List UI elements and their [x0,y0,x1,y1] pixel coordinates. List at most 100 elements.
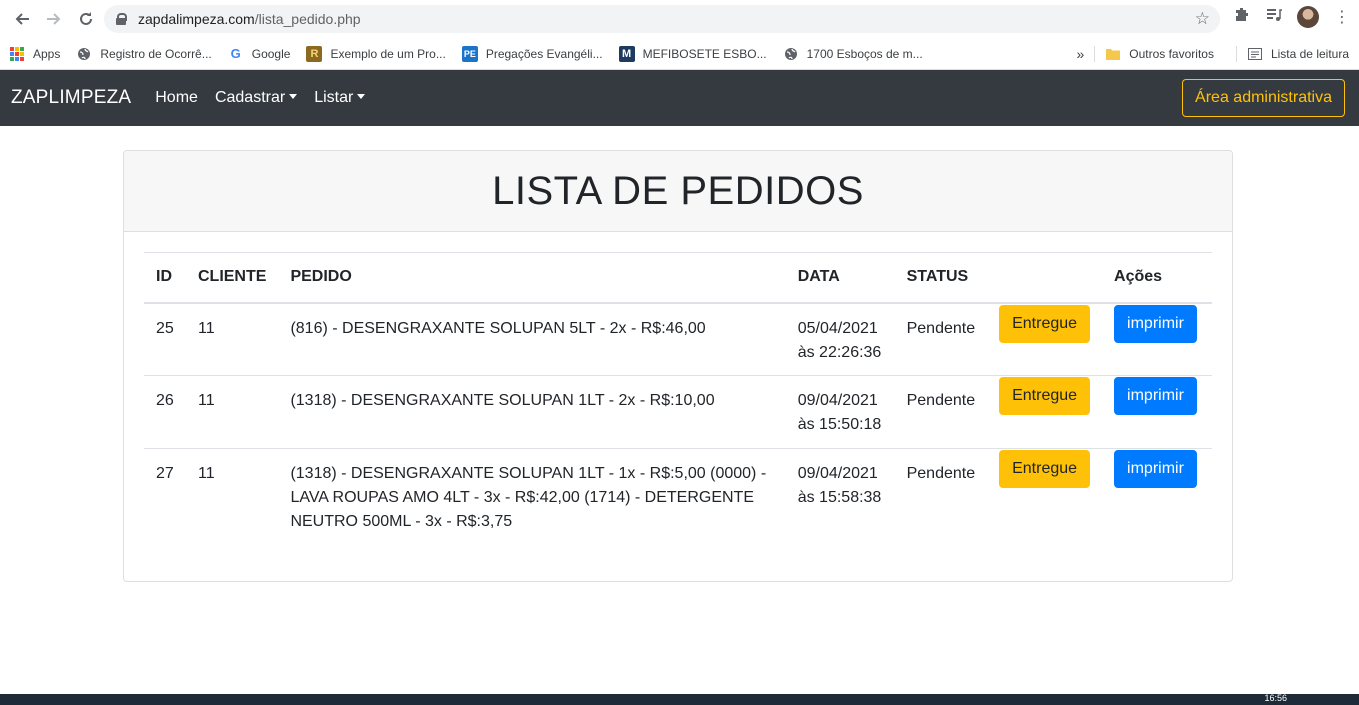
taskbar-clock: 16:56 [1264,693,1287,703]
header-empty [987,252,1103,304]
bookmark-label: Exemplo de um Pro... [330,46,446,61]
entregue-button[interactable]: Entregue [999,377,1091,415]
imprimir-button[interactable]: imprimir [1114,304,1197,343]
table-row: 27 11 (1318) - DESENGRAXANTE SOLUPAN 1LT… [144,449,1212,545]
folder-icon [1105,46,1121,62]
header-status: STATUS [894,252,988,304]
forward-arrow-icon[interactable] [40,5,68,33]
bookmarks-divider [1094,46,1096,62]
caret-down-icon [289,93,298,99]
pe-bookmark-icon: PE [461,45,478,62]
header-acoes: Ações [1102,252,1212,304]
header-id: ID [144,252,186,304]
cell-data: 09/04/2021 às 15:58:38 [786,449,895,545]
app-navbar: ZAPLIMPEZA Home Cadastrar Listar Área ad… [0,70,1359,126]
cell-id: 25 [144,302,186,376]
globe-icon [783,46,799,62]
cell-id: 26 [144,375,186,449]
card-header: LISTA DE PEDIDOS [124,151,1232,232]
more-bookmarks-chevron-icon[interactable]: » [1076,46,1084,62]
os-taskbar: 16:56 [0,693,1359,705]
cell-status: Pendente [894,375,988,449]
extensions-icon[interactable] [1233,7,1251,28]
bookmark-label: 1700 Esboços de m... [806,46,923,61]
reload-icon[interactable] [72,5,100,33]
date: 09/04/2021 [797,392,878,409]
reading-list[interactable]: Lista de leitura [1247,46,1349,62]
entregue-button[interactable]: Entregue [999,450,1091,488]
bookmarks-bar: Apps Registro de Ocorrê... G Google R Ex… [0,38,1359,70]
nav-label: Home [155,89,198,106]
table-row: 26 11 (1318) - DESENGRAXANTE SOLUPAN 1LT… [144,375,1212,449]
url-host: zapdalimpeza.com [138,11,255,27]
nav-cadastrar-dropdown[interactable]: Cadastrar [214,89,298,107]
date: 05/04/2021 [797,319,878,337]
bookmark-apps[interactable]: Apps [9,46,60,62]
media-queue-icon[interactable] [1265,7,1283,28]
admin-area-button[interactable]: Área administrativa [1182,79,1345,117]
bookmark-pregacoes[interactable]: PE Pregações Evangéli... [461,45,603,62]
m-bookmark-icon: M [618,45,635,62]
bookmark-label: Registro de Ocorrê... [100,46,212,61]
cell-data: 09/04/2021 às 15:50:18 [785,375,895,449]
google-icon: G [230,46,241,61]
bookmarks-divider [1235,46,1237,62]
table-header-row: ID CLIENTE PEDIDO DATA STATUS Ações [144,252,1212,304]
orders-card: LISTA DE PEDIDOS ID CLIENTE PEDIDO DATA … [123,150,1233,582]
bookmark-other-favorites[interactable]: Outros favoritos [1105,46,1214,62]
page-title: LISTA DE PEDIDOS [492,168,864,213]
apps-grid-icon [9,46,25,62]
cell-entregue: Entregue [987,302,1103,376]
date: 09/04/2021 [797,465,878,482]
cell-imprimir: imprimir [1102,375,1212,449]
time: às 22:26:36 [797,343,882,361]
time: às 15:58:38 [797,489,882,506]
bookmark-mefibosete[interactable]: M MEFIBOSETE ESBO... [618,45,767,62]
r-bookmark-icon: R [306,45,323,62]
cell-pedido: (1318) - DESENGRAXANTE SOLUPAN 1LT - 2x … [278,375,786,449]
browser-actions: ⋮ [1233,6,1351,28]
cell-id: 27 [156,465,174,482]
orders-table: ID CLIENTE PEDIDO DATA STATUS Ações 25 1… [144,252,1212,545]
cell-entregue: Entregue [987,375,1103,449]
bookmark-exemplo[interactable]: R Exemplo de um Pro... [306,45,446,62]
time: às 15:50:18 [797,416,882,433]
cell-status: Pendente [894,302,988,376]
browser-toolbar: zapdalimpeza.com/lista_pedido.php ☆ ⋮ [0,0,1359,38]
bookmark-label: Outros favoritos [1129,47,1214,61]
header-cliente: CLIENTE [185,252,279,304]
profile-avatar[interactable] [1297,6,1319,28]
menu-kebab-icon[interactable]: ⋮ [1333,7,1351,27]
cell-cliente: 11 [185,375,279,449]
cell-pedido: (1318) - DESENGRAXANTE SOLUPAN 1LT - 1x … [290,465,767,530]
cell-imprimir: imprimir [1102,302,1212,376]
entregue-button[interactable]: Entregue [999,304,1091,343]
bookmark-label: Apps [33,46,61,61]
back-arrow-icon[interactable] [8,5,36,33]
nav-listar-dropdown[interactable]: Listar [314,89,366,107]
url-path: /lista_pedido.php [254,11,361,27]
table-row: 25 11 (816) - DESENGRAXANTE SOLUPAN 5LT … [144,302,1212,376]
bookmark-esbocos[interactable]: 1700 Esboços de m... [783,46,923,62]
nav-label: Listar [314,89,354,106]
imprimir-button[interactable]: imprimir [1114,450,1197,488]
address-bar[interactable]: zapdalimpeza.com/lista_pedido.php ☆ [104,5,1220,33]
bookmark-google[interactable]: G Google [228,46,291,62]
bookmark-registro[interactable]: Registro de Ocorrê... [76,46,212,62]
imprimir-button[interactable]: imprimir [1114,377,1197,415]
header-pedido: PEDIDO [278,252,786,304]
brand-logo[interactable]: ZAPLIMPEZA [11,87,131,109]
bookmark-label: MEFIBOSETE ESBO... [642,46,767,61]
cell-pedido: (816) - DESENGRAXANTE SOLUPAN 5LT - 2x -… [278,302,786,376]
nav-home[interactable]: Home [155,89,198,107]
cell-cliente: 11 [185,302,279,376]
reading-list-icon [1247,46,1263,62]
lock-icon [116,13,127,25]
nav-label: Cadastrar [214,89,286,106]
cell-cliente: 11 [197,465,215,482]
header-data: DATA [785,252,895,304]
bookmark-star-icon[interactable]: ☆ [1195,9,1210,29]
bookmark-label: Lista de leitura [1270,47,1349,61]
bookmark-label: Pregações Evangéli... [485,46,603,61]
caret-down-icon [357,93,366,99]
